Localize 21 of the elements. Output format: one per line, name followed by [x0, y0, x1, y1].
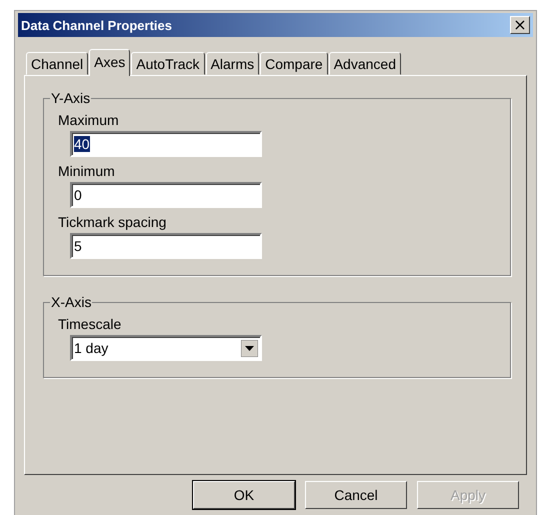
input-field[interactable]: 40: [70, 131, 262, 157]
tab[interactable]: AutoTrack: [131, 52, 205, 75]
dialog-button[interactable]: OK: [193, 481, 295, 509]
field-label: Tickmark spacing: [58, 214, 168, 230]
dropdown-arrow-icon[interactable]: [241, 340, 258, 356]
group-title: Y-Axis: [50, 90, 92, 106]
tab[interactable]: Channel: [26, 52, 88, 75]
field-label: Timescale: [58, 316, 122, 332]
tab[interactable]: Axes: [89, 49, 130, 76]
close-button[interactable]: ×: [510, 16, 530, 34]
field-label: Minimum: [58, 163, 116, 179]
dropdown-field[interactable]: 1 day: [70, 335, 262, 361]
window-title: Data Channel Properties: [21, 18, 172, 32]
group-title: X-Axis: [50, 294, 92, 310]
input-field[interactable]: 5: [70, 233, 262, 259]
tab[interactable]: Advanced: [328, 52, 401, 75]
tab[interactable]: Alarms: [206, 52, 260, 75]
input-field[interactable]: 0: [70, 182, 262, 208]
field-label: Maximum: [58, 112, 120, 128]
dialog-button[interactable]: Cancel: [305, 481, 407, 509]
tab[interactable]: Compare: [260, 52, 328, 75]
